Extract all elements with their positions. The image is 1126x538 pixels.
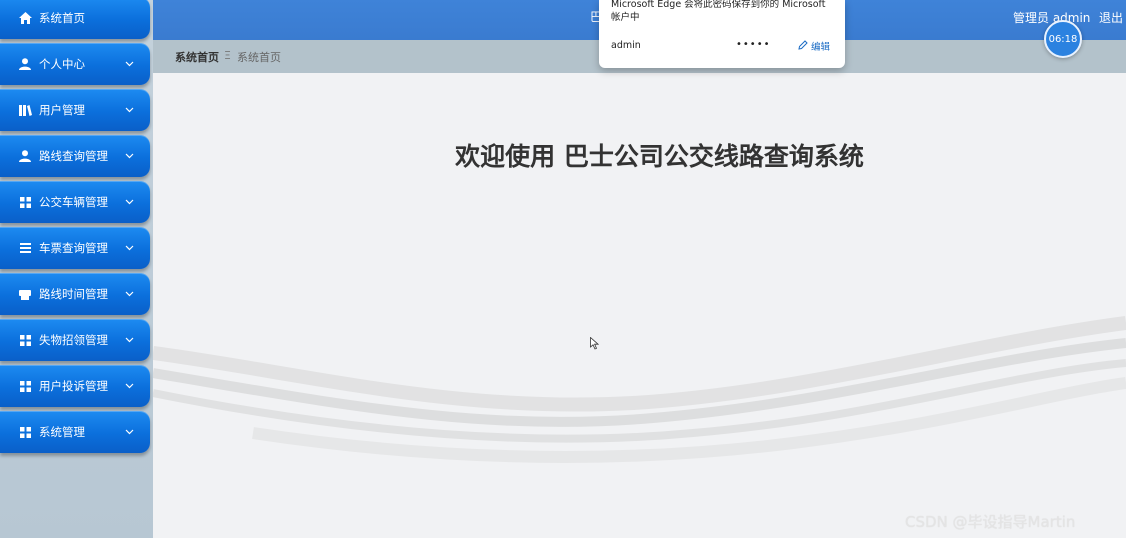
sidebar: 系统首页 个人中心 用户管理 路线查询管理 公交车辆管理 车票查询管理 路线时间… bbox=[0, 0, 153, 538]
chevron-down-icon bbox=[125, 106, 134, 115]
edit-button[interactable]: 编辑 bbox=[798, 39, 830, 53]
grid-icon bbox=[17, 424, 33, 440]
logout-link[interactable]: 退出 bbox=[1099, 9, 1123, 26]
popup-password: ••••• bbox=[736, 39, 771, 50]
home-icon bbox=[17, 10, 33, 26]
user-icon bbox=[17, 148, 33, 164]
popup-message: Microsoft Edge 会将此密码保存到你的 Microsoft 帐户中 bbox=[611, 0, 826, 23]
chevron-down-icon bbox=[125, 428, 134, 437]
user-icon bbox=[17, 56, 33, 72]
sidebar-item-user-management[interactable]: 用户管理 bbox=[0, 89, 150, 131]
sidebar-item-label: 个人中心 bbox=[39, 57, 85, 71]
sidebar-item-label: 用户管理 bbox=[39, 103, 85, 117]
grid-icon bbox=[17, 194, 33, 210]
breadcrumb-separator: Ξ bbox=[224, 49, 231, 62]
sidebar-item-route-query[interactable]: 路线查询管理 bbox=[0, 135, 150, 177]
password-save-popup: Microsoft Edge 会将此密码保存到你的 Microsoft 帐户中 … bbox=[599, 0, 845, 68]
breadcrumb-home[interactable]: 系统首页 bbox=[175, 49, 219, 65]
sidebar-item-label: 路线时间管理 bbox=[39, 287, 108, 301]
sidebar-item-label: 失物招领管理 bbox=[39, 333, 108, 347]
sidebar-item-label: 用户投诉管理 bbox=[39, 379, 108, 393]
grid-icon bbox=[17, 332, 33, 348]
sidebar-item-ticket-query[interactable]: 车票查询管理 bbox=[0, 227, 150, 269]
sidebar-item-lost-and-found[interactable]: 失物招领管理 bbox=[0, 319, 150, 361]
sidebar-item-label: 公交车辆管理 bbox=[39, 195, 108, 209]
book-icon bbox=[17, 102, 33, 118]
printer-icon bbox=[17, 286, 33, 302]
sidebar-item-home[interactable]: 系统首页 bbox=[0, 0, 150, 39]
chevron-down-icon bbox=[125, 60, 134, 69]
welcome-heading: 欢迎使用 巴士公司公交线路查询系统 bbox=[455, 142, 864, 171]
sidebar-item-personal-center[interactable]: 个人中心 bbox=[0, 43, 150, 85]
chevron-down-icon bbox=[125, 198, 134, 207]
sidebar-item-route-time[interactable]: 路线时间管理 bbox=[0, 273, 150, 315]
sidebar-item-label: 系统首页 bbox=[39, 11, 85, 25]
grid-icon bbox=[17, 378, 33, 394]
chevron-down-icon bbox=[125, 152, 134, 161]
sidebar-item-label: 路线查询管理 bbox=[39, 149, 108, 163]
chevron-down-icon bbox=[125, 244, 134, 253]
chevron-down-icon bbox=[125, 336, 134, 345]
sidebar-item-complaints[interactable]: 用户投诉管理 bbox=[0, 365, 150, 407]
sidebar-item-label: 车票查询管理 bbox=[39, 241, 108, 255]
sidebar-item-system-management[interactable]: 系统管理 bbox=[0, 411, 150, 453]
mouse-cursor-icon bbox=[590, 335, 600, 354]
chevron-down-icon bbox=[125, 382, 134, 391]
edit-label: 编辑 bbox=[811, 42, 831, 53]
popup-username: admin bbox=[611, 40, 641, 51]
pencil-icon bbox=[798, 39, 808, 53]
chevron-down-icon bbox=[125, 290, 134, 299]
sidebar-item-label: 系统管理 bbox=[39, 425, 85, 439]
watermark: CSDN @毕设指导Martin bbox=[905, 513, 1076, 531]
main-content: 欢迎使用 巴士公司公交线路查询系统 bbox=[153, 73, 1126, 538]
list-icon bbox=[17, 240, 33, 256]
breadcrumb-current: 系统首页 bbox=[237, 51, 281, 64]
clock-badge[interactable]: 06:18 bbox=[1044, 20, 1082, 58]
sidebar-item-bus-vehicles[interactable]: 公交车辆管理 bbox=[0, 181, 150, 223]
